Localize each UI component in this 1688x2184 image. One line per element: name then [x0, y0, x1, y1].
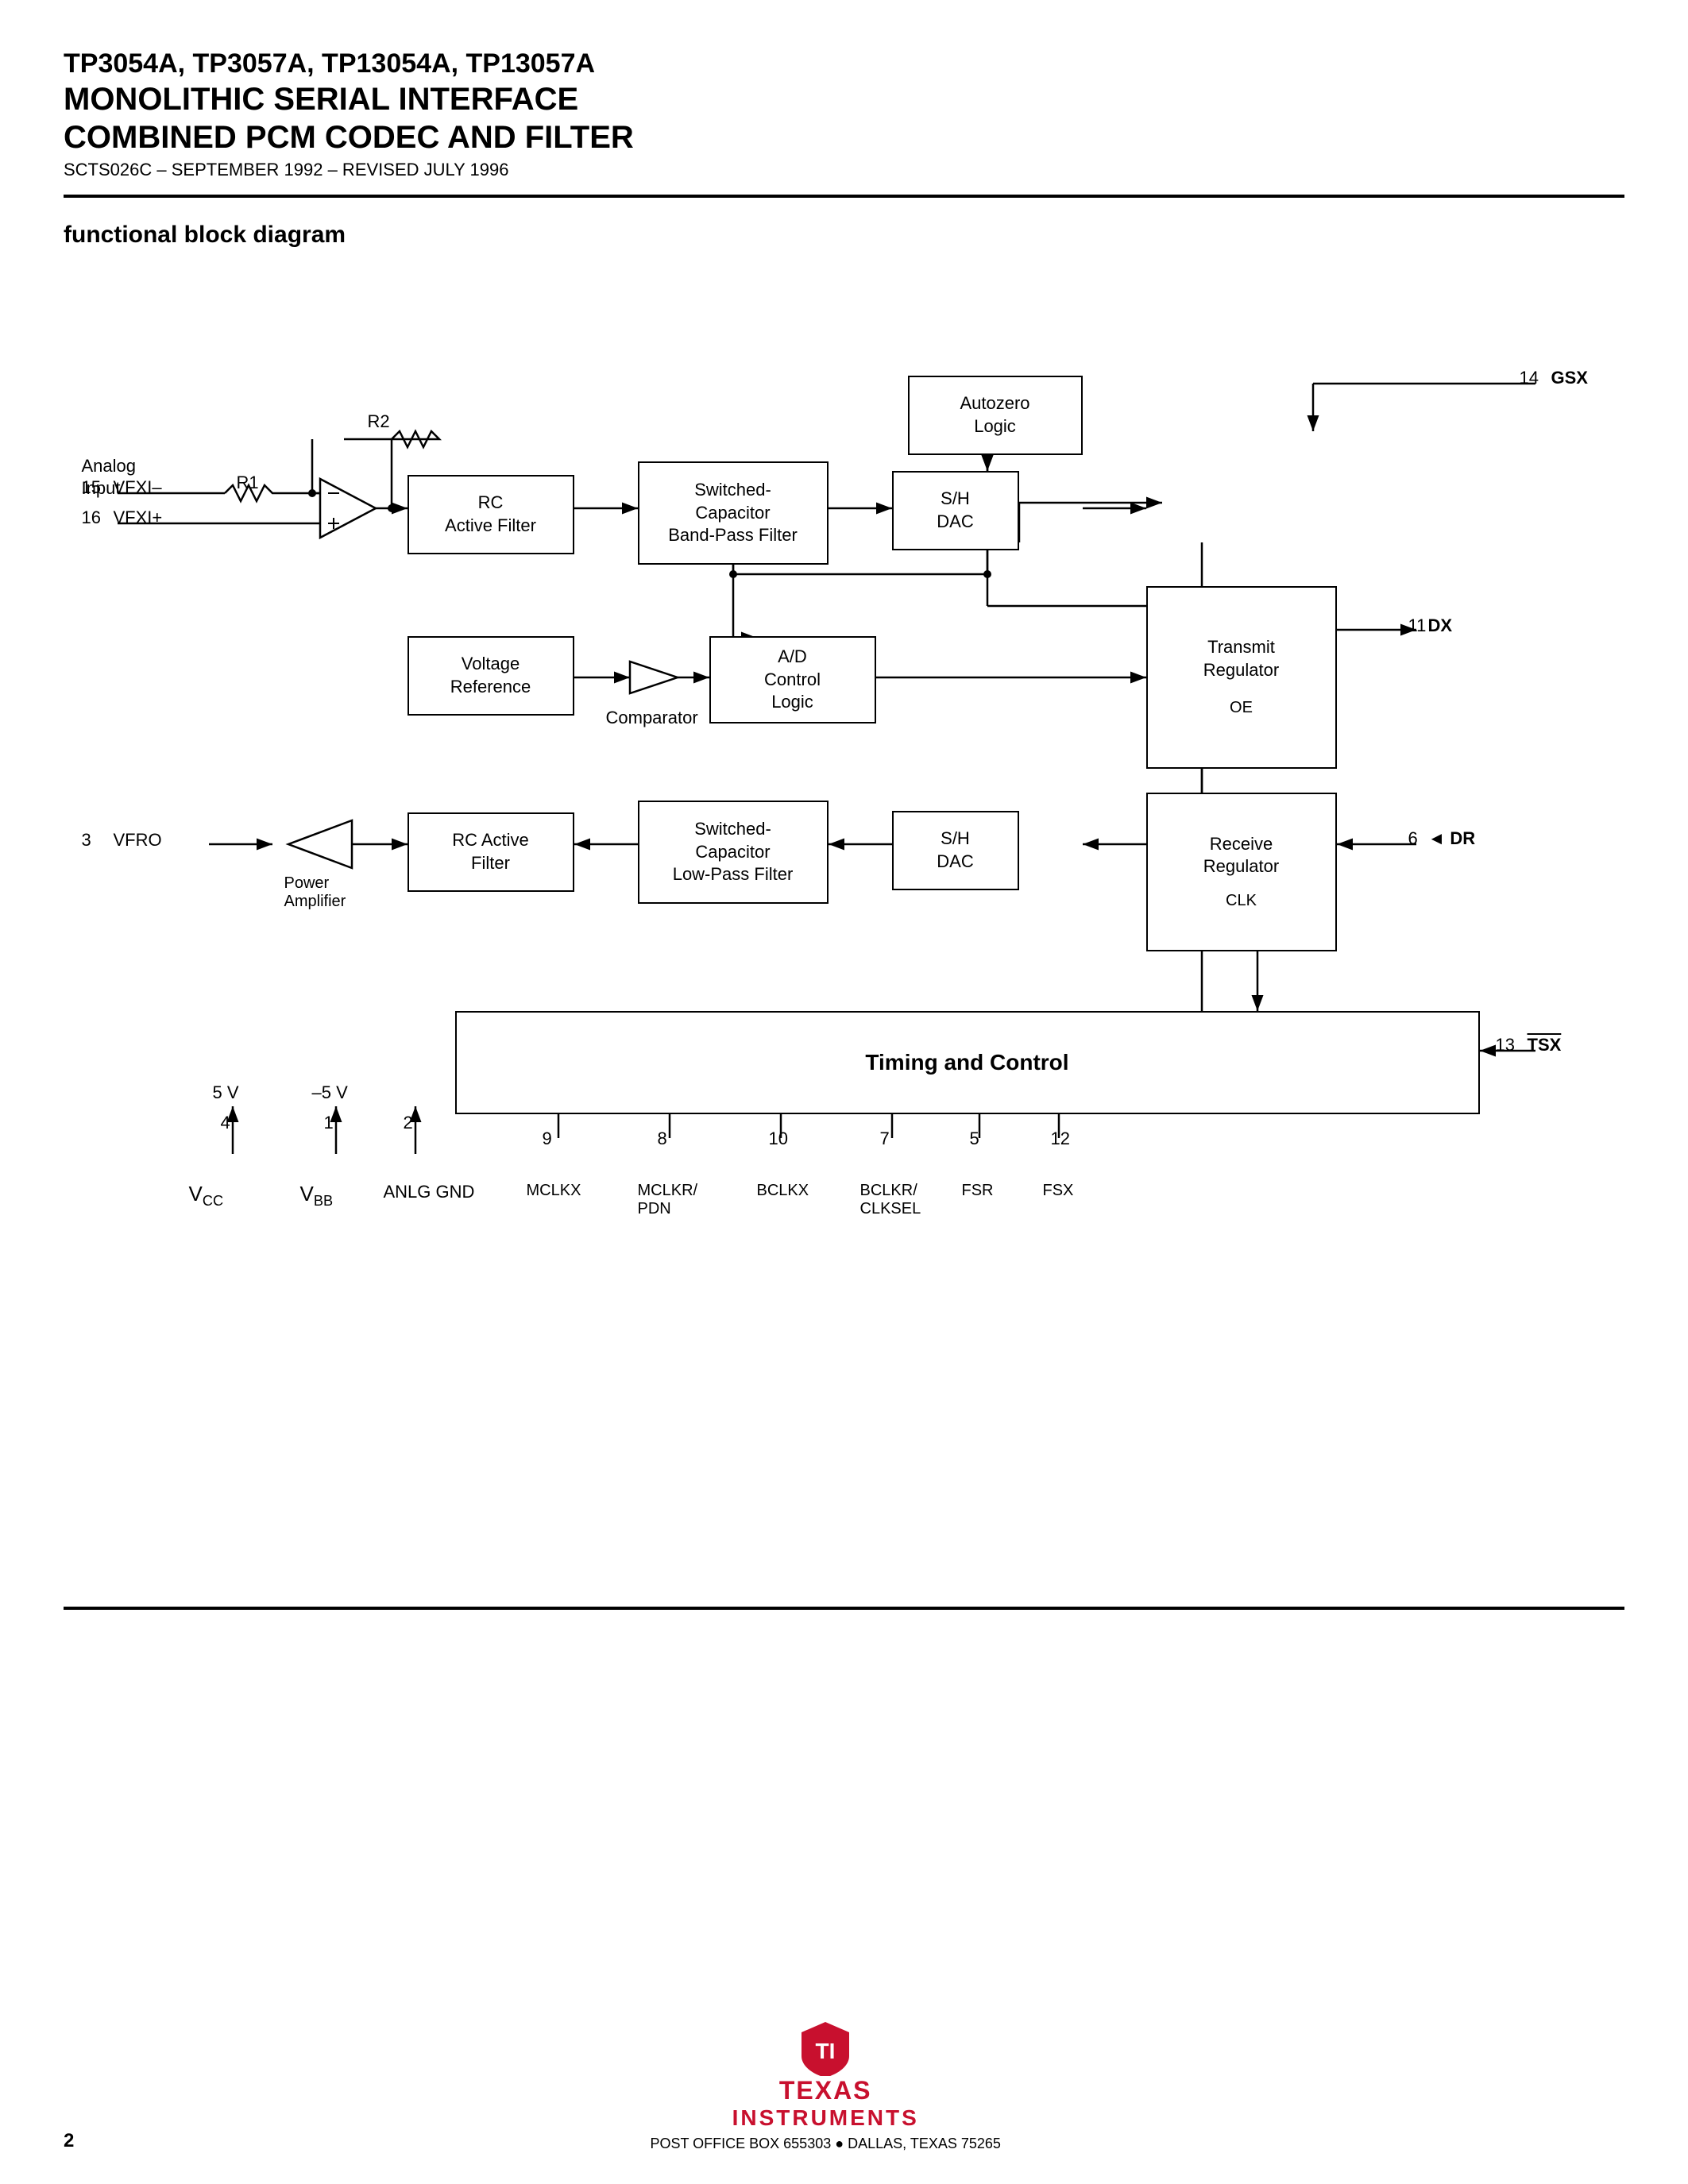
bclkx-label: BCLKX [757, 1182, 809, 1200]
dr-label: ◄ DR [1428, 828, 1476, 849]
fsx-label: FSX [1043, 1182, 1074, 1200]
header-subtitle: SCTS026C – SEPTEMBER 1992 – REVISED JULY… [64, 160, 1624, 180]
pin16-label: 16 [82, 507, 101, 528]
gsx-label: GSX [1551, 368, 1588, 388]
vm5-label: –5 V [312, 1082, 348, 1103]
page: TP3054A, TP3057A, TP13054A, TP13057A MON… [0, 0, 1688, 2184]
vfxi-plus-label: VFXI+ [114, 507, 163, 528]
mclkx-label: MCLKX [527, 1182, 581, 1200]
r2-label: R2 [368, 411, 390, 432]
vfxi-minus-label: VFXI– [114, 477, 162, 498]
ti-company-name-1: TEXAS [779, 2076, 872, 2105]
power-amplifier-label: PowerAmplifier [284, 874, 346, 911]
header-title-line1: TP3054A, TP3057A, TP13054A, TP13057A [64, 48, 1624, 80]
footer: 2 TI TEXAS INSTRUMENTS POST OFFICE BOX 6… [64, 2020, 1624, 2152]
sh-dac-top-block: S/HDAC [892, 471, 1019, 550]
header-title-line3: COMBINED PCM CODEC AND FILTER [64, 118, 1624, 156]
v5-label: 5 V [213, 1082, 239, 1103]
diagram-container: 14 GSX AutozeroLogic AnalogInput R2 15 V… [66, 272, 1623, 1543]
transmit-regulator-block: TransmitRegulator OE [1146, 586, 1337, 769]
pin2-num: 2 [404, 1113, 413, 1133]
footer-address: POST OFFICE BOX 655303 ● DALLAS, TEXAS 7… [74, 2136, 1577, 2152]
footer-center: TI TEXAS INSTRUMENTS POST OFFICE BOX 655… [74, 2020, 1577, 2152]
comparator-label: Comparator [606, 708, 698, 728]
pin14-label: 14 [1520, 368, 1539, 388]
rc-active-filter-top-block: RCActive Filter [408, 475, 574, 554]
sh-dac-bot-block: S/HDAC [892, 811, 1019, 890]
pin7-num: 7 [880, 1129, 890, 1149]
timing-control-block: Timing and Control [455, 1011, 1480, 1114]
receive-regulator-block: ReceiveRegulator CLK [1146, 793, 1337, 951]
ad-control-logic-block: A/DControlLogic [709, 636, 876, 723]
pin10-num: 10 [769, 1129, 788, 1149]
pin4-num: 4 [221, 1113, 230, 1133]
pin12-num: 12 [1051, 1129, 1070, 1149]
svg-text:TI: TI [816, 2039, 836, 2063]
page-number: 2 [64, 2130, 74, 2152]
pin6-label: 6 [1408, 828, 1418, 849]
dx-label: DX [1428, 615, 1453, 636]
pin15-label: 15 [82, 477, 101, 498]
tsx-label: TSX [1528, 1035, 1562, 1055]
pin1-num: 1 [324, 1113, 334, 1133]
rc-active-filter-bot-block: RC ActiveFilter [408, 812, 574, 892]
pin9-num: 9 [543, 1129, 552, 1149]
vfro-label: VFRO [114, 830, 162, 851]
pin13-label: 13 [1496, 1035, 1515, 1055]
pin3-label: 3 [82, 830, 91, 851]
section-title: functional block diagram [64, 222, 1624, 249]
voltage-reference-block: VoltageReference [408, 636, 574, 716]
ti-logo-icon: TI [794, 2020, 857, 2076]
pin11-label: 11 [1408, 615, 1427, 636]
autozero-logic-block: AutozeroLogic [908, 376, 1083, 455]
header-title-line2: MONOLITHIC SERIAL INTERFACE [64, 80, 1624, 118]
bclkr-clksel-label: BCLKR/CLKSEL [860, 1182, 921, 1218]
fsr-label: FSR [962, 1182, 994, 1200]
vbb-label: VBB [300, 1182, 334, 1210]
header: TP3054A, TP3057A, TP13054A, TP13057A MON… [64, 48, 1624, 180]
pin5-num: 5 [970, 1129, 979, 1149]
ti-company-name-2: INSTRUMENTS [732, 2105, 919, 2131]
pin8-num: 8 [658, 1129, 667, 1149]
switched-cap-bpf-block: Switched-CapacitorBand-Pass Filter [638, 461, 829, 565]
bottom-rule [64, 1607, 1624, 1610]
vcc-label: VCC [189, 1182, 224, 1210]
anlg-gnd-label: ANLG GND [384, 1182, 475, 1202]
mclkr-pdn-label: MCLKR/PDN [638, 1182, 698, 1218]
top-rule [64, 195, 1624, 198]
ti-logo: TI TEXAS INSTRUMENTS [74, 2020, 1577, 2131]
r1-label: R1 [237, 473, 259, 493]
switched-cap-lpf-block: Switched-CapacitorLow-Pass Filter [638, 801, 829, 904]
